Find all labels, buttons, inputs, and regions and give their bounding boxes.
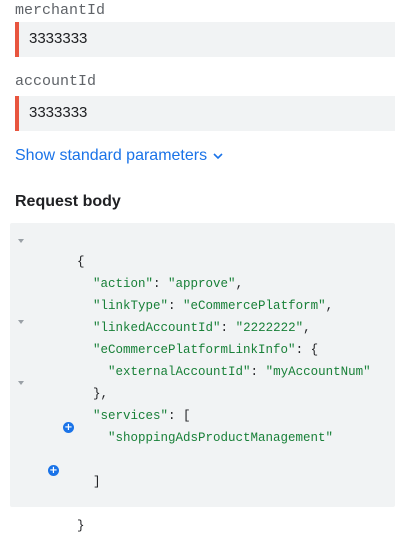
merchant-id-input[interactable] bbox=[29, 30, 379, 47]
chevron-down-icon bbox=[213, 152, 223, 159]
json-line: { bbox=[32, 229, 85, 269]
json-close-array: ] bbox=[93, 475, 101, 489]
json-line: "services": [ bbox=[93, 409, 191, 423]
merchant-id-label: merchantId bbox=[15, 2, 106, 19]
json-line: "linkedAccountId": "2222222", bbox=[93, 321, 311, 335]
json-value: "shoppingAdsProductManagement" bbox=[108, 431, 334, 445]
json-close-brace: } bbox=[77, 519, 85, 533]
account-id-input[interactable] bbox=[29, 104, 379, 121]
add-circle-icon[interactable]: + bbox=[63, 422, 74, 433]
account-id-field[interactable] bbox=[15, 96, 395, 131]
json-key: "externalAccountId" bbox=[108, 365, 251, 379]
json-line: }, bbox=[48, 361, 108, 401]
show-standard-parameters-link[interactable]: Show standard parameters bbox=[15, 147, 223, 165]
show-standard-parameters-label: Show standard parameters bbox=[15, 147, 208, 164]
request-body-title: Request body bbox=[15, 193, 121, 210]
json-line: "shoppingAdsProductManagement" bbox=[63, 405, 333, 445]
json-line: "eCommercePlatformLinkInfo": { bbox=[93, 343, 319, 357]
add-circle-icon[interactable]: + bbox=[48, 465, 59, 476]
json-line: "externalAccountId": "myAccountNum" bbox=[108, 365, 371, 379]
json-line: "linkType": "eCommercePlatform", bbox=[93, 299, 334, 313]
json-code: { "action": "approve", "linkType": "eCom… bbox=[10, 223, 371, 533]
request-body-editor[interactable]: { "action": "approve", "linkType": "eCom… bbox=[10, 223, 395, 533]
json-value: "myAccountNum" bbox=[265, 365, 371, 379]
account-id-label: accountId bbox=[15, 73, 97, 90]
json-line: "action": "approve", bbox=[93, 277, 244, 291]
merchant-id-field[interactable] bbox=[15, 22, 395, 57]
